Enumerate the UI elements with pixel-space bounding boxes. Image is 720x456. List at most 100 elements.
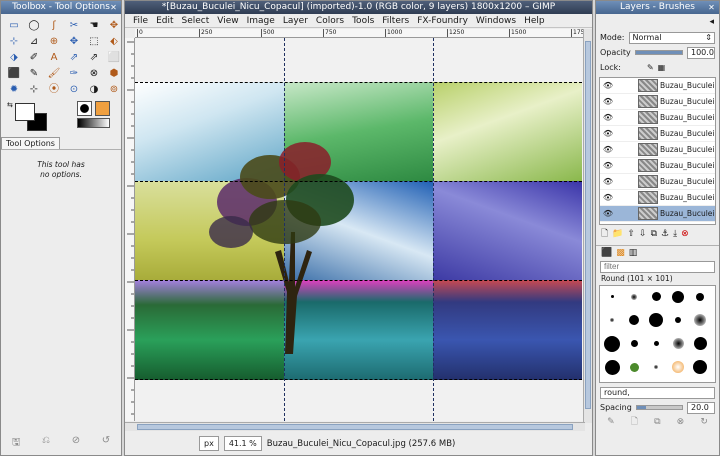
brush-item[interactable] [646,312,666,329]
tool-button[interactable]: ⇗ [85,50,103,65]
brush-item[interactable] [602,288,622,305]
horizontal-ruler[interactable]: 02505007501000125015001750 [135,29,585,38]
lock-alpha-icon[interactable]: ▦ [658,63,666,72]
tool-button[interactable]: 🖌 [45,66,63,81]
layer-row[interactable]: 👁 Buzau_Buculei [600,142,715,158]
tool-button[interactable]: ⬗ [5,50,23,65]
gradient-preview[interactable] [77,118,110,128]
tool-button[interactable]: ✥ [105,18,121,33]
delete-options-icon[interactable]: ⊘ [72,435,80,452]
layer-row[interactable]: 👁 Buzau_Buculei [600,110,715,126]
horizontal-guide[interactable] [135,379,582,380]
brush-item[interactable] [624,335,644,352]
unit-select[interactable]: px [199,436,219,451]
layers-titlebar[interactable]: Layers - Brushes ✕ [596,1,719,14]
menu-image[interactable]: Image [243,16,279,26]
tool-button[interactable]: ✑ [65,66,83,81]
new-group-icon[interactable]: 📁 [612,229,623,239]
vertical-scroll-thumb[interactable] [585,41,591,409]
opacity-input[interactable]: 100.0 [687,46,715,59]
menu-fxfoundry[interactable]: FX-Foundry [413,16,472,26]
merge-layer-icon[interactable]: ⤓ [673,229,677,239]
brush-item[interactable] [668,288,688,305]
brush-item[interactable] [646,359,666,376]
brush-item[interactable] [690,288,710,305]
swap-colors-icon[interactable]: ⇆ [7,101,13,109]
tool-button[interactable]: ʃ [45,18,63,33]
brush-preview[interactable] [77,101,92,116]
tool-button[interactable]: ▭ [5,18,23,33]
spacing-slider[interactable] [635,405,683,410]
eye-icon[interactable]: 👁 [600,113,616,122]
duplicate-layer-icon[interactable]: ⧉ [651,229,657,239]
menu-help[interactable]: Help [520,16,549,26]
tool-button[interactable]: ⊚ [105,82,121,97]
delete-layer-icon[interactable]: ⊗ [681,229,689,239]
tool-button[interactable]: ◯ [25,18,43,33]
gradients-tab-icon[interactable]: ▥ [629,248,638,258]
eye-icon[interactable]: 👁 [600,193,616,202]
duplicate-brush-icon[interactable]: ⧉ [654,417,660,427]
vertical-ruler[interactable] [125,38,135,421]
eye-icon[interactable]: 👁 [600,161,616,170]
save-options-icon[interactable]: 🖫 [12,435,21,452]
eye-icon[interactable]: 👁 [600,177,616,186]
close-icon[interactable]: ✕ [706,2,717,13]
reset-options-icon[interactable]: ↺ [102,435,110,452]
horizontal-scroll-thumb[interactable] [137,424,573,430]
anchor-layer-icon[interactable]: ⚓ [661,229,669,239]
menu-edit[interactable]: Edit [152,16,177,26]
image-canvas[interactable] [135,82,582,380]
lower-layer-icon[interactable]: ⇩ [639,229,647,239]
opacity-slider[interactable] [634,50,683,55]
canvas-area[interactable] [135,38,585,421]
tool-button[interactable]: ✹ [5,82,23,97]
brush-item[interactable] [624,288,644,305]
menu-select[interactable]: Select [178,16,214,26]
layer-row[interactable]: 👁 Buzau_Buculei [600,190,715,206]
restore-options-icon[interactable]: ⎌ [42,435,50,452]
layer-row[interactable]: 👁 Buzau_Buculei [600,206,715,222]
dock-menu-icon[interactable]: ◂ [709,17,714,27]
tool-button[interactable]: ⊹ [5,34,23,49]
tool-button[interactable]: ☚ [85,18,103,33]
brush-item[interactable] [646,335,666,352]
pattern-preview[interactable] [95,101,110,116]
new-layer-icon[interactable]: 🗋 [601,226,608,242]
zoom-select[interactable]: 41.1 % [223,436,262,451]
tool-button[interactable]: ⦿ [45,82,63,97]
toolbox-titlebar[interactable]: Toolbox - Tool Options ✕ [1,1,121,14]
menu-windows[interactable]: Windows [472,16,520,26]
delete-brush-icon[interactable]: ⊗ [677,417,685,427]
foreground-color-swatch[interactable] [15,103,35,121]
menu-filters[interactable]: Filters [378,16,413,26]
tab-tool-options[interactable]: Tool Options [1,137,60,149]
mode-select[interactable]: Normal ⇕ [628,31,715,44]
raise-layer-icon[interactable]: ⇧ [627,229,635,239]
brush-item[interactable] [602,312,622,329]
patterns-tab-icon[interactable]: ▩ [616,248,625,258]
tool-button[interactable]: ◑ [85,82,103,97]
vertical-guide[interactable] [433,38,434,421]
brush-tag-input[interactable]: round, [600,386,715,399]
brush-item[interactable] [646,288,666,305]
eye-icon[interactable]: 👁 [600,129,616,138]
tool-button[interactable]: A [45,50,63,65]
brush-item[interactable] [690,312,710,329]
menu-view[interactable]: View [213,16,242,26]
brushes-tab-icon[interactable]: ⬛ [601,248,612,258]
menu-colors[interactable]: Colors [312,16,348,26]
tool-button[interactable]: ⬖ [105,34,121,49]
tool-button[interactable]: ⊹ [25,82,43,97]
vertical-scrollbar[interactable] [583,29,592,423]
brush-filter-input[interactable] [600,260,715,273]
brush-item[interactable] [602,359,622,376]
menu-tools[interactable]: Tools [348,16,378,26]
image-titlebar[interactable]: *[Buzau_Buculei_Nicu_Copacul] (imported)… [125,1,592,14]
layer-row[interactable]: 👁 Buzau_Buculei [600,174,715,190]
spacing-input[interactable]: 20.0 [687,401,715,414]
horizontal-guide[interactable] [135,82,582,83]
eye-icon[interactable]: 👁 [600,97,616,106]
tool-button[interactable]: ✂ [65,18,83,33]
new-brush-icon[interactable]: 🗋 [631,414,638,430]
